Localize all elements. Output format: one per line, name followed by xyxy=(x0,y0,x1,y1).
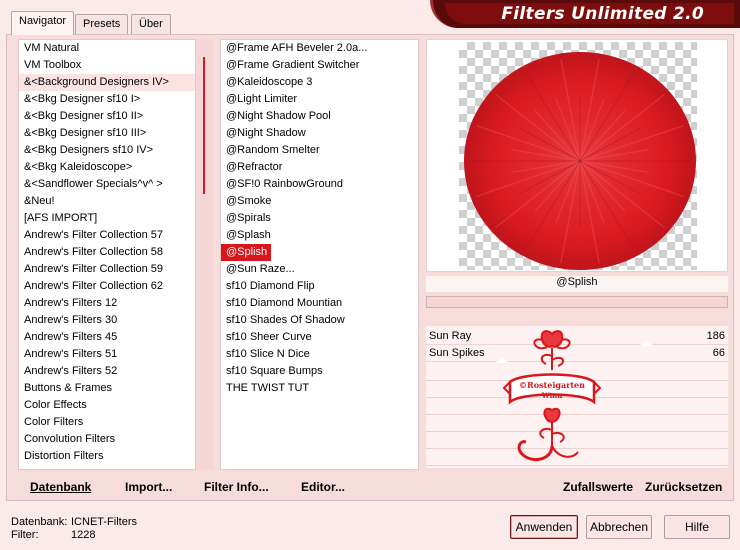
slider-label: Sun Ray xyxy=(429,330,472,342)
preview-panel xyxy=(426,39,728,272)
filter-item[interactable]: @Refractor xyxy=(221,159,418,176)
tab-navigator[interactable]: Navigator xyxy=(11,11,75,35)
category-scrollbar[interactable] xyxy=(196,39,213,470)
filter-item[interactable]: @Night Shadow xyxy=(221,125,418,142)
database-button[interactable]: Datenbank xyxy=(30,480,91,494)
reset-button[interactable]: Zurücksetzen xyxy=(645,480,722,494)
category-item[interactable]: Andrew's Filter Collection 62 xyxy=(19,278,195,295)
filter-item[interactable]: sf10 Slice N Dice xyxy=(221,346,418,363)
filter-list[interactable]: @Frame AFH Beveler 2.0a... @Frame Gradien… xyxy=(220,39,419,470)
apply-button[interactable]: Anwenden xyxy=(510,515,578,539)
filter-item[interactable]: @Frame Gradient Switcher xyxy=(221,57,418,74)
category-item[interactable]: Distortion Filters xyxy=(19,448,195,465)
status-database-label: Datenbank: xyxy=(11,516,68,528)
category-item[interactable]: Andrew's Filter Collection 58 xyxy=(19,244,195,261)
filter-item[interactable]: sf10 Diamond Flip xyxy=(221,278,418,295)
filter-item-selected: @Splish xyxy=(221,244,272,261)
filter-item[interactable]: @Random Smelter xyxy=(221,142,418,159)
editor-label: Editor... xyxy=(301,480,346,494)
category-item[interactable]: Color Effects xyxy=(19,397,195,414)
category-item[interactable]: Andrew's Filters 45 xyxy=(19,329,195,346)
filter-item[interactable]: sf10 Square Bumps xyxy=(221,363,418,380)
filter-item[interactable]: @Splash xyxy=(221,227,418,244)
category-item[interactable]: Andrew's Filters 30 xyxy=(19,312,195,329)
filter-item[interactable]: @SF!0 RainbowGround xyxy=(221,176,418,193)
category-item[interactable]: Andrew's Filters 51 xyxy=(19,346,195,363)
filter-item[interactable]: THE TWIST TUT xyxy=(221,380,418,397)
random-values-label: Zufallswerte xyxy=(563,480,634,494)
filter-item[interactable]: sf10 Diamond Mountian xyxy=(221,295,418,312)
main-panel: VM Natural VM Toolbox &<Background Designe… xyxy=(6,34,734,501)
filter-item[interactable]: @Night Shadow Pool xyxy=(221,108,418,125)
category-item[interactable]: &<Bkg Designer sf10 II> xyxy=(19,108,195,125)
category-scrollbar-thumb[interactable] xyxy=(203,57,205,194)
category-item[interactable]: &<Bkg Designer sf10 I> xyxy=(19,91,195,108)
parameter-panel: Sun Ray 186 Sun Spikes 66 ©Rosteigarten … xyxy=(426,326,728,468)
status-filter-value: 1228 xyxy=(71,529,96,541)
progress-bar xyxy=(426,296,728,308)
filter-item[interactable]: @Splish xyxy=(221,244,418,261)
reset-label: Zurücksetzen xyxy=(645,480,723,494)
random-values-button[interactable]: Zufallswerte xyxy=(563,480,633,494)
filter-item[interactable]: @Kaleidoscope 3 xyxy=(221,74,418,91)
import-button[interactable]: Import... xyxy=(125,480,172,494)
tab-presets[interactable]: Presets xyxy=(75,14,129,35)
category-item[interactable]: [AFS IMPORT] xyxy=(19,210,195,227)
category-item[interactable]: Andrew's Filters 52 xyxy=(19,363,195,380)
tab-uber[interactable]: Über xyxy=(131,14,171,35)
category-item[interactable]: &<Bkg Designers sf10 IV> xyxy=(19,142,195,159)
filter-item[interactable]: @Light Limiter xyxy=(221,91,418,108)
title-bar-inner: Filters Unlimited 2.0 xyxy=(445,3,734,24)
category-item[interactable]: VM Toolbox xyxy=(19,57,195,74)
watermark-text-2: Winn xyxy=(541,391,563,400)
category-item[interactable]: Andrew's Filter Collection 57 xyxy=(19,227,195,244)
category-item[interactable]: &<Sandflower Specials^v^ > xyxy=(19,176,195,193)
watermark-stamp: ©Rosteigarten Winn xyxy=(502,330,602,462)
status-filter-label: Filter: xyxy=(11,529,39,541)
filter-list-items: @Frame AFH Beveler 2.0a... @Frame Gradien… xyxy=(221,40,418,397)
category-item[interactable]: Buttons & Frames xyxy=(19,380,195,397)
editor-button[interactable]: Editor... xyxy=(301,480,345,494)
category-item[interactable]: &Neu! xyxy=(19,193,195,210)
database-label: Datenbank xyxy=(30,480,92,494)
filter-info-label: Filter Info... xyxy=(204,480,269,494)
filter-info-button[interactable]: Filter Info... xyxy=(204,480,269,494)
category-list[interactable]: VM Natural VM Toolbox &<Background Designe… xyxy=(18,39,196,470)
filter-item[interactable]: @Spirals xyxy=(221,210,418,227)
filter-item[interactable]: sf10 Shades Of Shadow xyxy=(221,312,418,329)
status-database-value: ICNET-Filters xyxy=(71,516,137,528)
app-title: Filters Unlimited 2.0 xyxy=(501,3,704,24)
category-item[interactable]: Convolution Filters xyxy=(19,431,195,448)
help-button[interactable]: Hilfe xyxy=(664,515,730,539)
category-item[interactable]: Andrew's Filter Collection 59 xyxy=(19,261,195,278)
category-item[interactable]: &<Bkg Kaleidoscope> xyxy=(19,159,195,176)
slider-value: 66 xyxy=(712,347,725,359)
category-item[interactable]: VM Natural xyxy=(19,40,195,57)
category-item[interactable]: Color Filters xyxy=(19,414,195,431)
category-item[interactable]: &<Bkg Designer sf10 III> xyxy=(19,125,195,142)
selected-filter-name: @Splish xyxy=(426,276,728,292)
category-item[interactable]: Andrew's Filters 12 xyxy=(19,295,195,312)
category-item[interactable]: &<Background Designers IV> xyxy=(19,74,195,91)
cancel-button[interactable]: Abbrechen xyxy=(586,515,652,539)
import-label: Import... xyxy=(125,480,173,494)
slider-label: Sun Spikes xyxy=(429,347,485,359)
filter-item[interactable]: @Sun Raze... xyxy=(221,261,418,278)
filter-item[interactable]: sf10 Sheer Curve xyxy=(221,329,418,346)
watermark-text-1: ©Rosteigarten xyxy=(519,380,585,390)
filter-item[interactable]: @Frame AFH Beveler 2.0a... xyxy=(221,40,418,57)
title-bar: Filters Unlimited 2.0 xyxy=(430,0,740,28)
category-list-items: VM Natural VM Toolbox &<Background Designe… xyxy=(19,40,195,465)
filter-item[interactable]: @Smoke xyxy=(221,193,418,210)
slider-value: 186 xyxy=(706,330,725,342)
tab-bar: Navigator Presets Über xyxy=(0,0,430,35)
preview-image xyxy=(464,52,696,270)
